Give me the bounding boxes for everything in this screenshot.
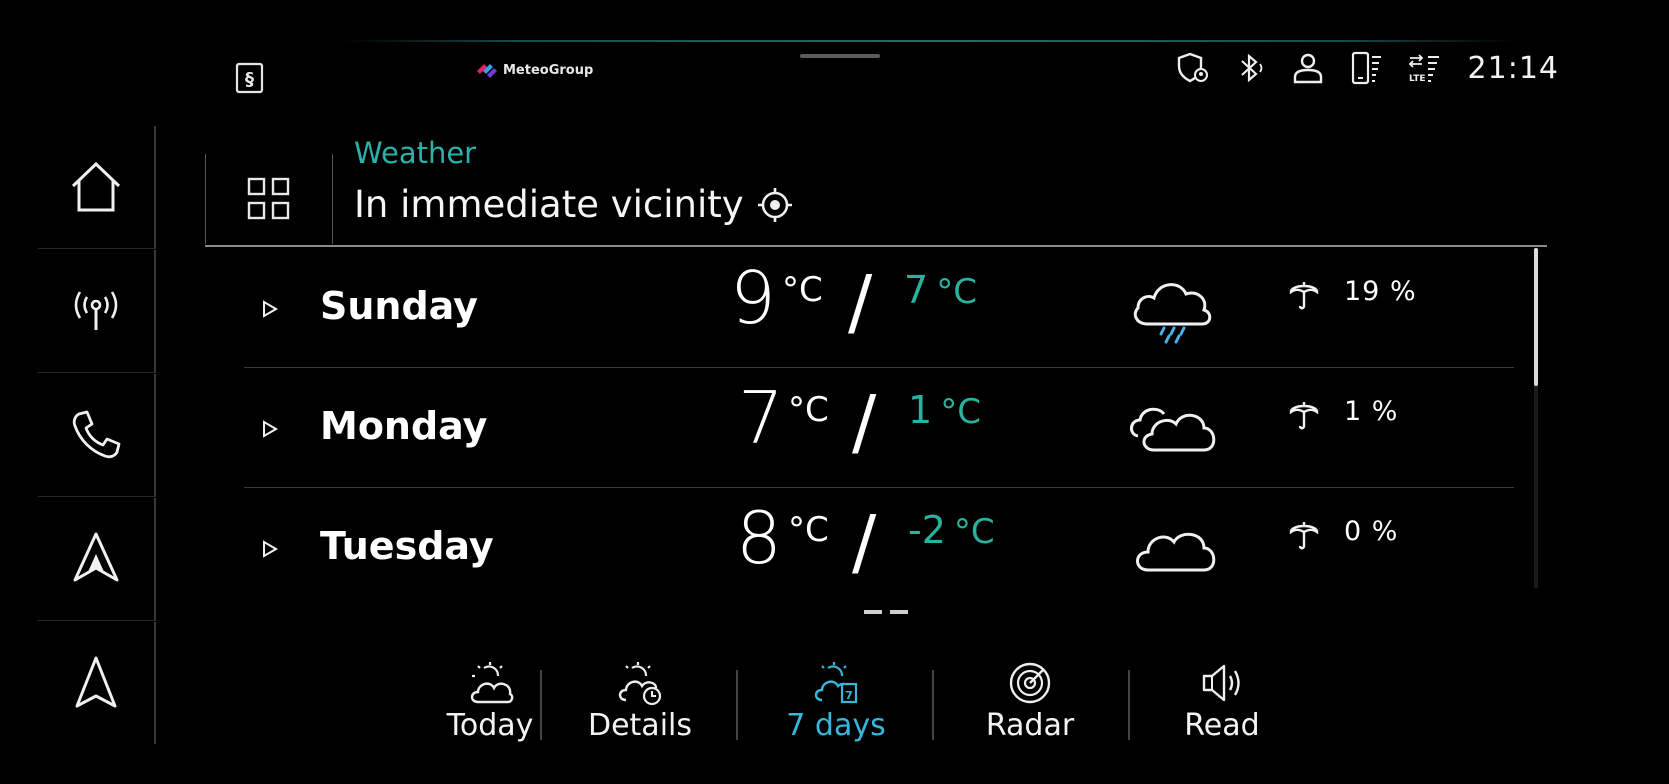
umbrella-icon (1289, 522, 1319, 550)
expand-arrow-icon (263, 540, 278, 558)
car-play-icon (73, 532, 119, 582)
status-bar: LTE 21:14 (1174, 46, 1559, 90)
nav-navigation[interactable] (38, 622, 156, 744)
radio-icon (74, 291, 118, 330)
location-shield-icon[interactable] (1174, 50, 1210, 86)
clock: 21:14 (1467, 50, 1559, 86)
home-icon (71, 161, 121, 212)
temp-separator: / (852, 500, 877, 584)
meteogroup-logo: MeteoGroup (477, 63, 593, 78)
bluetooth-icon (1240, 53, 1262, 83)
tab-7-days[interactable]: 7 7 days (746, 660, 926, 750)
low-temp-unit: °C (940, 392, 981, 432)
sun-cloud-icon (470, 662, 514, 704)
bottom-tabs: Today Details 7 7 days Radar Read (400, 660, 1400, 750)
tab-divider (1128, 670, 1130, 740)
tab-divider (736, 670, 738, 740)
scrollbar[interactable] (1534, 248, 1538, 386)
gps-target-icon (757, 187, 792, 222)
umbrella-icon (1289, 402, 1319, 430)
cloud-icon (1136, 532, 1216, 572)
nav-phone[interactable] (38, 374, 156, 497)
tab-label: 7 days (786, 708, 886, 743)
location-label: In immediate vicinity (354, 183, 744, 226)
lte-signal-icon: LTE (1408, 54, 1439, 84)
tab-label: Read (1184, 708, 1260, 743)
sun-cloud-calendar-icon: 7 (814, 662, 858, 704)
header-divider (205, 245, 1547, 247)
low-temp: 7 °C (904, 268, 977, 312)
high-temp: 7 (738, 376, 784, 460)
sun-cloud-clock-icon (618, 662, 662, 706)
weather-screen: § MeteoGroup LTE 21:14 Weather In immedi… (0, 0, 1669, 784)
rain-chance: 19 % (1344, 276, 1417, 307)
meteogroup-mark-icon (477, 63, 497, 78)
nav-radio[interactable] (38, 250, 156, 373)
umbrella-icon (1289, 282, 1319, 310)
speaker-icon (1202, 664, 1240, 702)
app-title: Weather (354, 136, 477, 170)
cloudy-icon (1130, 407, 1216, 452)
temp-separator: / (848, 260, 873, 344)
tab-label: Today (446, 708, 534, 743)
grid-icon (247, 177, 290, 220)
nav-carplay[interactable] (38, 498, 156, 621)
pull-down-handle[interactable] (800, 54, 880, 58)
low-temp-value: 1 (908, 388, 933, 432)
rain-chance: 0 % (1344, 516, 1399, 547)
tab-label: Details (587, 708, 692, 743)
low-temp: -2 °C (908, 508, 995, 552)
day-name: Sunday (320, 284, 478, 328)
expand-arrow-icon (263, 300, 278, 318)
radar-icon (1009, 662, 1051, 704)
high-temp: 9 (730, 256, 776, 340)
high-temp-unit: °C (788, 390, 829, 430)
forecast-row[interactable]: Tuesday 8 °C / -2 °C 0 % (244, 488, 1514, 592)
nav-home[interactable] (38, 126, 156, 249)
low-temp-unit: °C (953, 512, 995, 552)
phone-signal-icon (1351, 51, 1381, 85)
tab-read[interactable]: Read (1132, 660, 1312, 750)
low-temp-unit: °C (936, 272, 977, 312)
user-profile-icon[interactable] (1290, 50, 1326, 86)
rain-cloud-icon (1133, 283, 1212, 344)
high-temp-unit: °C (788, 510, 829, 550)
list-more-indicator (864, 610, 908, 614)
low-temp: 1 °C (908, 388, 981, 432)
location-selector[interactable]: In immediate vicinity (354, 183, 794, 226)
top-glow-line (340, 40, 1520, 42)
tab-radar[interactable]: Radar (940, 660, 1120, 750)
tab-details[interactable]: Details (550, 660, 730, 750)
low-temp-value: 7 (904, 268, 929, 312)
expand-arrow-icon (263, 420, 278, 438)
app-grid-button[interactable] (205, 154, 333, 244)
phone-icon (72, 410, 121, 459)
left-nav (38, 126, 156, 750)
forecast-row[interactable]: Monday 7 °C / 1 °C 1 % (244, 368, 1514, 488)
svg-text:LTE: LTE (1409, 74, 1426, 84)
tab-divider (932, 670, 934, 740)
brand-name: MeteoGroup (503, 63, 594, 78)
temp-separator: / (852, 380, 877, 464)
day-name: Tuesday (320, 524, 494, 568)
svg-text:§: § (245, 69, 254, 90)
rain-chance: 1 % (1344, 396, 1399, 427)
svg-text:7: 7 (845, 689, 853, 702)
manual-icon[interactable]: § (234, 62, 266, 94)
navigation-icon (75, 656, 117, 708)
tab-label: Radar (985, 708, 1075, 743)
forecast-row[interactable]: Sunday 9 °C / 7 °C 19 % (244, 248, 1514, 368)
tab-divider (540, 670, 542, 740)
day-name: Monday (320, 404, 488, 448)
high-temp-unit: °C (782, 270, 823, 310)
low-temp-value: -2 (908, 508, 946, 552)
high-temp: 8 (736, 496, 782, 580)
